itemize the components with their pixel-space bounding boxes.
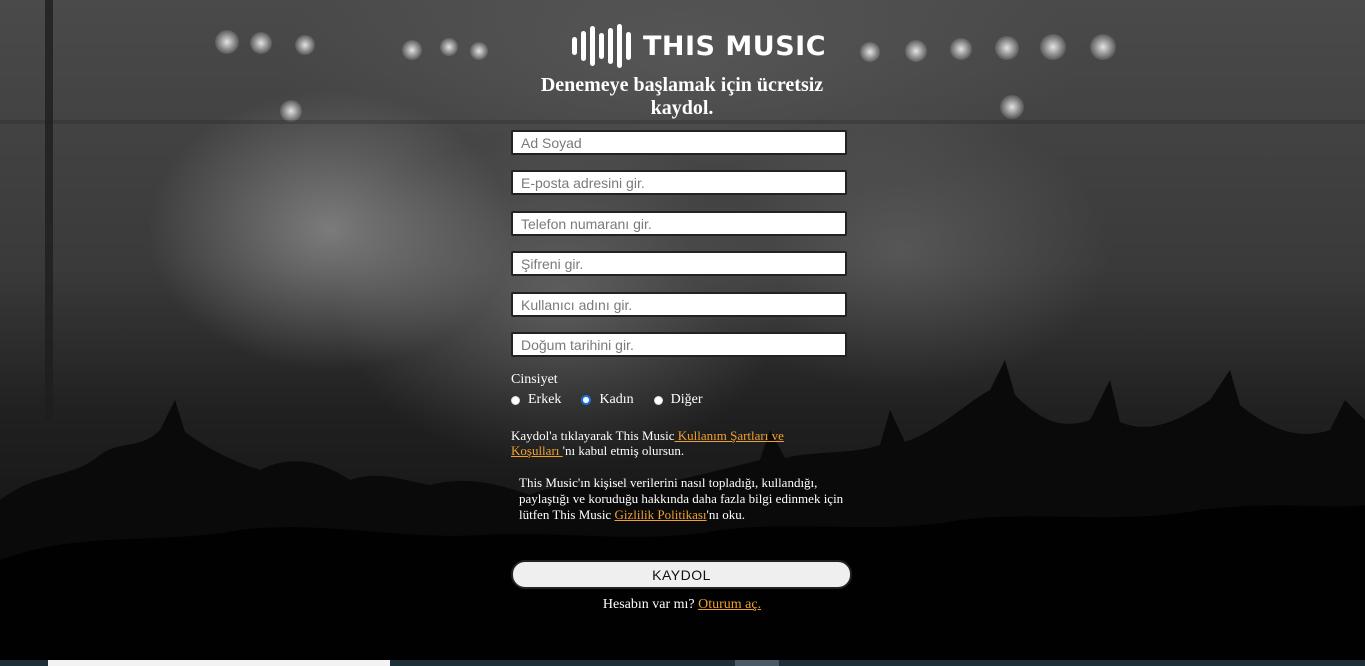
full-name-input[interactable] [511,130,847,155]
gender-radio-group: Erkek Kadın Diğer [509,392,721,408]
gender-option-label: Kadın [599,392,634,407]
login-link[interactable]: Oturum aç. [698,597,761,612]
privacy-policy-link[interactable]: Gizlilik Politikası [614,507,706,522]
radio-button[interactable] [653,395,663,405]
terms-notice: Kaydol'a tıklayarak This Music Kullanım … [511,428,821,458]
taskbar-window[interactable] [48,660,390,666]
birthdate-input[interactable] [511,332,847,357]
email-input[interactable] [511,170,847,195]
gender-option-female[interactable]: Kadın [579,392,634,408]
radio-button-selected[interactable] [581,395,592,405]
signup-page: THIS MUSIC Denemeye başlamak için ücrets… [0,0,1365,666]
gender-label: Cinsiyet [511,372,558,387]
taskbar-app[interactable] [735,660,779,666]
password-input[interactable] [511,251,847,276]
page-title: Denemeye başlamak için ücretsiz kaydol. [540,74,824,119]
signup-button[interactable]: KAYDOL [511,560,852,589]
username-input[interactable] [511,292,847,317]
brand-logo[interactable]: THIS MUSIC [572,24,826,68]
os-taskbar [0,660,1365,666]
gender-option-male[interactable]: Erkek [509,392,561,408]
phone-input[interactable] [511,211,847,236]
login-prompt: Hesabın var mı? Oturum aç. [512,597,852,613]
sound-bars-icon [572,24,631,68]
privacy-notice: This Music'ın kişisel verilerini nasıl t… [519,475,849,523]
terms-prefix: Kaydol'a tıklayarak This Music [511,428,675,443]
radio-button[interactable] [511,395,520,405]
terms-suffix: 'nı kabul etmiş olursun. [562,443,685,458]
gender-option-label: Erkek [528,392,562,407]
gender-option-other[interactable]: Diğer [652,392,703,408]
gender-option-label: Diğer [670,392,703,407]
login-prompt-text: Hesabın var mı? [602,597,699,612]
privacy-suffix: 'nı oku. [706,507,746,522]
brand-name: THIS MUSIC [643,30,827,62]
